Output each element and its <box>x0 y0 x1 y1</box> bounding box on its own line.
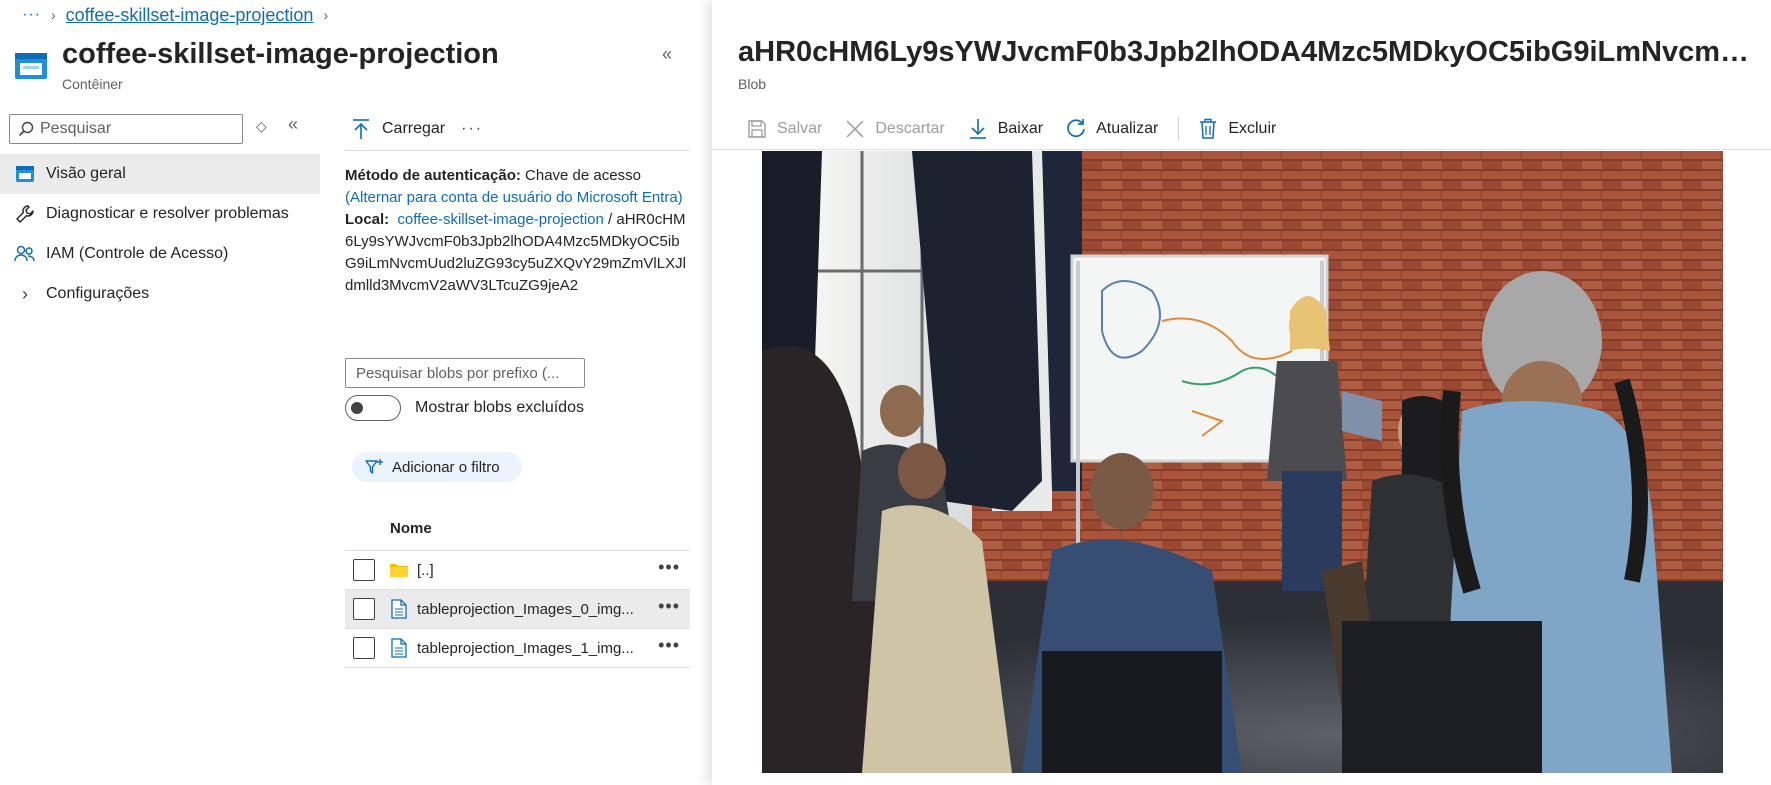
location-separator: / <box>608 211 613 228</box>
discard-label: Descartar <box>875 120 945 137</box>
nav-item-settings[interactable]: › Configurações <box>0 274 320 314</box>
add-filter-button[interactable]: Adicionar o filtro <box>352 452 522 482</box>
menu-search-input[interactable] <box>40 120 230 138</box>
container-icon <box>14 163 36 185</box>
container-toolbar: Carregar ··· <box>352 114 483 144</box>
prefix-search-input[interactable] <box>356 364 581 382</box>
download-label: Baixar <box>997 120 1044 137</box>
refresh-label: Atualizar <box>1096 120 1159 137</box>
location-container-link[interactable]: coffee-skillset-image-projection <box>397 211 603 228</box>
refresh-icon <box>1065 118 1087 140</box>
nav-item-label: IAM (Controle de Acesso) <box>46 245 229 262</box>
save-icon <box>746 118 768 140</box>
nav-item-overview[interactable]: Visão geral <box>0 154 320 194</box>
show-deleted-row: Mostrar blobs excluídos <box>345 394 584 422</box>
chevron-right-icon: › <box>22 283 28 304</box>
container-header: coffee-skillset-image-projection Contêin… <box>14 36 704 96</box>
nav-item-diagnose[interactable]: Diagnosticar e resolver problemas <box>0 194 320 234</box>
row-name[interactable]: [..] <box>417 562 647 579</box>
preview-photo <box>762 151 1723 773</box>
document-icon <box>389 638 409 658</box>
show-deleted-label: Mostrar blobs excluídos <box>415 399 584 416</box>
prefix-search[interactable] <box>345 358 585 388</box>
switch-auth-link[interactable]: (Alternar para conta de usuário do Micro… <box>345 187 690 209</box>
row-more-button[interactable]: ••• <box>658 557 680 578</box>
auth-method-value: Chave de acesso <box>525 167 641 184</box>
save-button[interactable]: Salvar <box>746 118 822 140</box>
document-icon <box>389 599 409 619</box>
show-deleted-toggle[interactable] <box>345 395 401 421</box>
list-item[interactable]: tableprojection_Images_1_img... ••• <box>345 629 690 668</box>
menu-search[interactable] <box>9 114 243 144</box>
page-subtitle: Contêiner <box>62 76 123 92</box>
people-icon <box>14 243 36 265</box>
blob-subtitle: Blob <box>738 76 767 92</box>
collapse-pane-icon[interactable]: « <box>662 44 672 65</box>
toolbar-more-button[interactable]: ··· <box>461 120 483 138</box>
wrench-icon <box>14 203 36 225</box>
trash-icon <box>1197 118 1219 140</box>
nav-item-label: Configurações <box>46 285 150 302</box>
blob-image-preview <box>762 151 1723 773</box>
filter-add-icon <box>365 459 383 474</box>
row-more-button[interactable]: ••• <box>658 596 680 617</box>
row-more-button[interactable]: ••• <box>658 635 680 656</box>
column-header-name[interactable]: Nome <box>390 520 432 537</box>
collapse-menu-icon[interactable]: « <box>288 114 298 135</box>
row-name[interactable]: tableprojection_Images_0_img... <box>417 601 647 618</box>
resource-menu: ◇ « Visão geral Diagnosticar e resolver … <box>0 110 320 785</box>
refresh-button[interactable]: Atualizar <box>1065 118 1158 140</box>
blob-list: [..] ••• tableprojection_Images_0_img...… <box>345 550 690 668</box>
blob-title: aHR0cHM6Ly9sYWJvcmF0b3Jpb2lhODA4Mzc5MDky… <box>738 36 1768 68</box>
sort-updown-icon[interactable]: ◇ <box>256 118 267 135</box>
container-icon <box>15 53 47 79</box>
delete-button[interactable]: Excluir <box>1197 118 1276 140</box>
add-filter-label: Adicionar o filtro <box>392 458 500 476</box>
breadcrumb-link-container[interactable]: coffee-skillset-image-projection <box>66 5 314 26</box>
nav-item-iam[interactable]: IAM (Controle de Acesso) <box>0 234 320 274</box>
page-title: coffee-skillset-image-projection <box>62 38 499 70</box>
container-content: Carregar ··· Método de autenticação: Cha… <box>338 110 690 785</box>
row-name[interactable]: tableprojection_Images_1_img... <box>417 640 647 657</box>
upload-icon <box>353 119 369 139</box>
nav-item-label: Diagnosticar e resolver problemas <box>46 205 289 222</box>
row-checkbox[interactable] <box>353 559 375 581</box>
chevron-right-icon: › <box>323 7 329 23</box>
close-icon <box>844 118 866 140</box>
blob-pane: aHR0cHM6Ly9sYWJvcmF0b3Jpb2lhODA4Mzc5MDky… <box>712 0 1771 785</box>
divider <box>712 149 1771 150</box>
row-checkbox[interactable] <box>353 598 375 620</box>
chevron-right-icon: › <box>50 7 56 23</box>
download-icon <box>967 118 989 140</box>
upload-button[interactable]: Carregar <box>382 120 445 138</box>
discard-button[interactable]: Descartar <box>844 118 945 140</box>
download-button[interactable]: Baixar <box>967 118 1043 140</box>
search-icon <box>18 121 34 137</box>
row-checkbox[interactable] <box>353 637 375 659</box>
breadcrumb: ··· › coffee-skillset-image-projection › <box>22 4 338 26</box>
delete-label: Excluir <box>1228 120 1277 137</box>
container-pane: ··· › coffee-skillset-image-projection ›… <box>0 0 710 785</box>
save-label: Salvar <box>777 120 823 137</box>
location-label: Local: <box>345 211 390 228</box>
blob-toolbar: Salvar Descartar Baixar Atualizar Exclui… <box>746 114 1298 144</box>
list-item[interactable]: [..] ••• <box>345 551 690 590</box>
list-item[interactable]: tableprojection_Images_0_img... ••• <box>345 590 690 629</box>
container-info: Método de autenticação: Chave de acesso … <box>345 165 690 297</box>
auth-method-label: Método de autenticação: <box>345 167 521 184</box>
divider <box>344 150 690 151</box>
breadcrumb-ellipsis[interactable]: ··· <box>22 6 41 24</box>
nav-item-label: Visão geral <box>46 165 126 182</box>
folder-icon <box>389 560 409 580</box>
toolbar-separator <box>1178 117 1180 141</box>
